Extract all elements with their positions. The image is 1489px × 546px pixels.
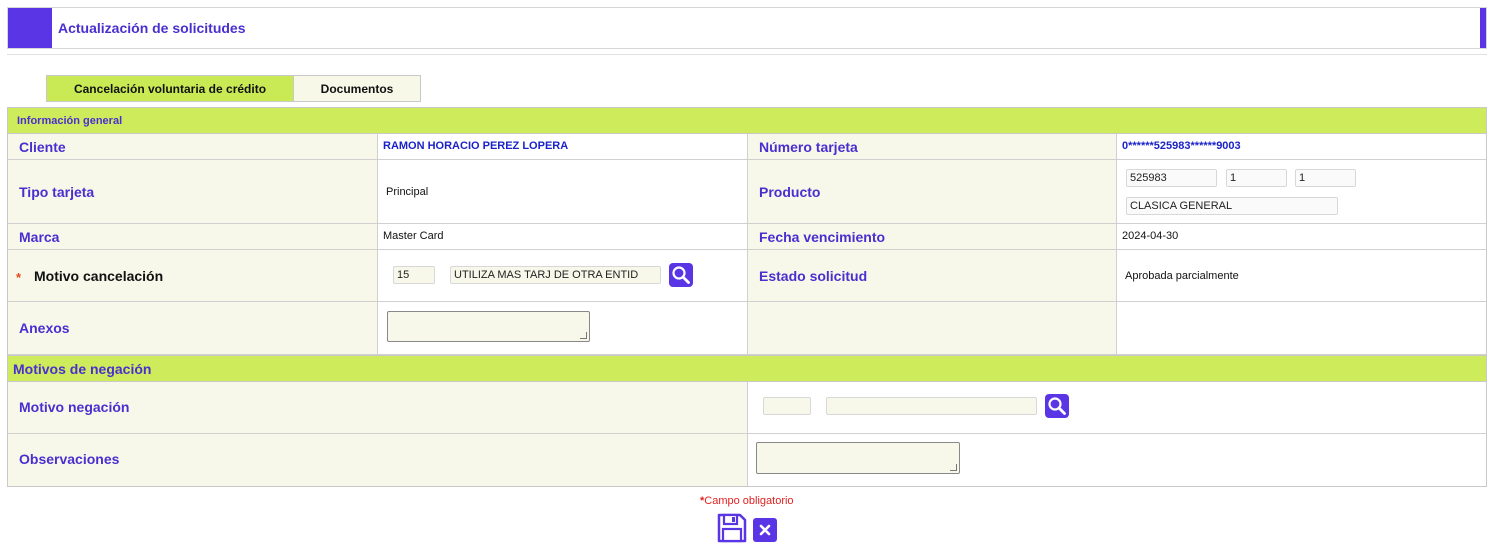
- search-icon[interactable]: [669, 263, 693, 287]
- marca-value: Master Card: [383, 230, 444, 242]
- row-motivo-negacion: Motivo negación: [8, 382, 1486, 434]
- row-tipo-tarjeta: Tipo tarjeta Principal Producto 525983 1…: [8, 160, 1486, 224]
- page: Actualización de solicitudes Cancelación…: [0, 0, 1489, 546]
- label-cell: Fecha vencimiento: [748, 224, 1117, 249]
- header-accent: [8, 8, 52, 48]
- empty-cell: [748, 302, 1117, 354]
- estado-solicitud-label: Estado solicitud: [759, 268, 868, 284]
- observaciones-label: Observaciones: [19, 451, 120, 467]
- label-cell: Número tarjeta: [748, 134, 1117, 159]
- label-cell: Marca: [8, 224, 378, 249]
- cliente-value: RAMON HORACIO PEREZ LOPERA: [383, 140, 569, 152]
- row-cliente: Cliente RAMON HORACIO PEREZ LOPERA Númer…: [8, 134, 1486, 160]
- row-observaciones: Observaciones: [8, 434, 1486, 486]
- value-cell: [748, 382, 1486, 433]
- page-header: Actualización de solicitudes: [7, 7, 1487, 49]
- tipo-tarjeta-label: Tipo tarjeta: [19, 184, 95, 200]
- label-cell: Estado solicitud: [748, 250, 1117, 301]
- page-title: Actualización de solicitudes: [58, 20, 246, 36]
- tipo-tarjeta-value: Principal: [386, 186, 429, 198]
- close-icon: [759, 524, 771, 536]
- row-marca: Marca Master Card Fecha vencimiento 2024…: [8, 224, 1486, 250]
- label-cell: Anexos: [8, 302, 378, 354]
- producto-code-field[interactable]: 525983: [1126, 169, 1217, 187]
- label-cell: * Motivo cancelación: [8, 250, 378, 301]
- row-anexos: Anexos: [8, 302, 1486, 355]
- producto-label: Producto: [759, 184, 821, 200]
- label-cell: Observaciones: [8, 434, 748, 486]
- motivo-cancelacion-description-field[interactable]: UTILIZA MAS TARJ DE OTRA ENTID: [450, 266, 661, 284]
- form-panel: Información general Cliente RAMON HORACI…: [7, 107, 1487, 487]
- marca-label: Marca: [19, 229, 60, 245]
- tab-documentos[interactable]: Documentos: [294, 75, 421, 102]
- fecha-vencimiento-value: 2024-04-30: [1122, 230, 1179, 242]
- value-cell: [748, 434, 1486, 486]
- observaciones-textarea[interactable]: [756, 442, 960, 474]
- section-informacion-general: Información general: [8, 108, 1486, 134]
- required-marker: *: [16, 270, 22, 285]
- label-cell: Motivo negación: [8, 382, 748, 433]
- value-cell: [378, 302, 748, 354]
- required-note: *Campo obligatorio: [700, 495, 794, 507]
- motivo-cancelacion-code-field[interactable]: 15: [393, 266, 435, 284]
- numero-tarjeta-value: 0******525983******9003: [1122, 140, 1241, 152]
- cliente-label: Cliente: [19, 139, 66, 155]
- row-motivo-cancelacion: * Motivo cancelación 15 UTILIZA MAS TARJ…: [8, 250, 1486, 302]
- value-cell: Principal: [378, 160, 748, 223]
- section-motivos-negacion: Motivos de negación: [8, 355, 1486, 382]
- header-accent-right: [1480, 8, 1486, 48]
- estado-solicitud-value: Aprobada parcialmente: [1125, 270, 1239, 282]
- value-cell: 525983 1 1 CLASICA GENERAL: [1117, 160, 1486, 223]
- numero-tarjeta-label: Número tarjeta: [759, 139, 858, 155]
- motivo-negacion-label: Motivo negación: [19, 399, 130, 415]
- value-cell: RAMON HORACIO PEREZ LOPERA: [378, 134, 748, 159]
- tab-bar: Cancelación voluntaria de crédito Docume…: [46, 75, 421, 102]
- tab-cancelacion[interactable]: Cancelación voluntaria de crédito: [46, 75, 294, 102]
- fecha-vencimiento-label: Fecha vencimiento: [759, 229, 886, 245]
- label-cell: Tipo tarjeta: [8, 160, 378, 223]
- value-cell: Aprobada parcialmente: [1117, 250, 1486, 301]
- producto-field-3[interactable]: 1: [1295, 169, 1356, 187]
- label-cell: Cliente: [8, 134, 378, 159]
- producto-name-field[interactable]: CLASICA GENERAL: [1126, 197, 1338, 215]
- producto-field-2[interactable]: 1: [1226, 169, 1287, 187]
- save-icon[interactable]: [716, 512, 748, 546]
- required-note-text: Campo obligatorio: [704, 495, 794, 507]
- value-cell: 0******525983******9003: [1117, 134, 1486, 159]
- motivo-negacion-code-field[interactable]: [763, 397, 811, 415]
- anexos-textarea[interactable]: [387, 311, 590, 342]
- search-icon[interactable]: [1045, 394, 1069, 418]
- value-cell: 2024-04-30: [1117, 224, 1486, 249]
- close-button[interactable]: [753, 518, 777, 542]
- value-cell: Master Card: [378, 224, 748, 249]
- motivo-negacion-description-field[interactable]: [826, 397, 1037, 415]
- motivo-cancelacion-label: Motivo cancelación: [34, 268, 164, 284]
- divider: [7, 54, 1487, 55]
- empty-cell: [1117, 302, 1486, 354]
- value-cell: 15 UTILIZA MAS TARJ DE OTRA ENTID: [378, 250, 748, 301]
- label-cell: Producto: [748, 160, 1117, 223]
- anexos-label: Anexos: [19, 320, 70, 336]
